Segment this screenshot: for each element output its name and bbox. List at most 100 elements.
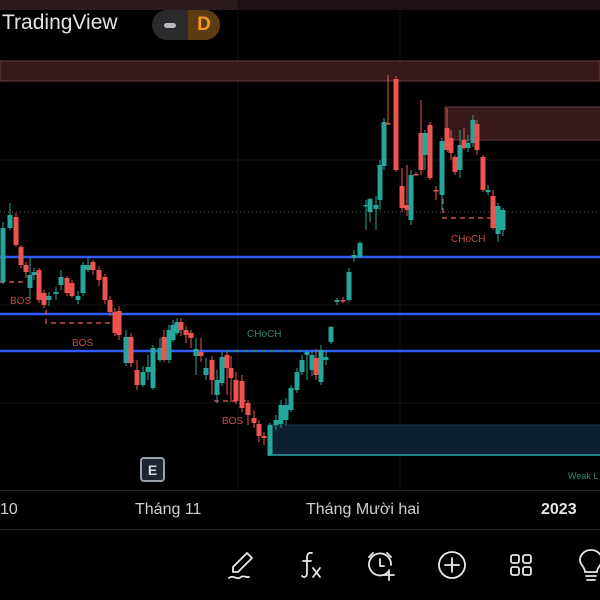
candle-down: [128, 337, 134, 363]
candle-down: [23, 265, 29, 272]
earnings-badge[interactable]: E: [140, 457, 165, 482]
candle-up: [500, 210, 506, 230]
candle-down: [134, 370, 140, 385]
candle-up: [377, 165, 383, 200]
choch-label: CHoCH: [451, 234, 485, 245]
minus-icon: [164, 22, 176, 28]
candle-up: [46, 296, 52, 300]
demand-zone[interactable]: [267, 424, 600, 456]
candle-down: [490, 196, 496, 228]
candle-down: [413, 174, 419, 176]
price-chart[interactable]: BOS BOS BOS CHoCH CHoCH Weak L: [0, 0, 600, 490]
candle-up: [27, 275, 33, 288]
candle-down: [448, 138, 454, 153]
candle-up: [214, 380, 220, 395]
candle-down: [41, 293, 47, 305]
candle-down: [96, 270, 102, 280]
candle-up: [334, 300, 340, 302]
time-axis-label: Tháng 11: [135, 501, 202, 518]
candle-up: [75, 296, 81, 300]
interval-toggle[interactable]: D: [152, 10, 220, 40]
candle-down: [433, 190, 439, 192]
candle-up: [457, 145, 463, 170]
candle-up: [294, 372, 300, 390]
candle-up: [346, 272, 352, 300]
candle-down: [183, 330, 189, 335]
pencil-icon[interactable]: [225, 548, 259, 582]
add-circle-icon[interactable]: [435, 548, 469, 582]
candle-down: [474, 124, 480, 150]
interval-button[interactable]: D: [188, 10, 220, 40]
candle-up: [367, 199, 373, 212]
candle-down: [239, 381, 245, 408]
candle-up: [0, 228, 6, 282]
candle-down: [178, 322, 184, 330]
candle-up: [219, 357, 225, 383]
lightbulb-icon[interactable]: [574, 548, 600, 582]
bos-label: BOS: [10, 296, 31, 307]
candle-down: [198, 352, 204, 356]
bos-label: BOS: [72, 338, 93, 349]
choch-label: CHoCH: [247, 329, 281, 340]
candle-down: [313, 358, 319, 375]
candle-up: [283, 405, 289, 420]
candle-down: [36, 270, 42, 300]
candle-up: [123, 337, 129, 363]
candle-down: [107, 300, 113, 312]
time-axis-label: 10: [0, 501, 18, 518]
bos-dashed-line: [45, 310, 118, 324]
candle-down: [480, 157, 486, 190]
candle-up: [357, 243, 363, 257]
candle-down: [69, 283, 75, 296]
candle-up: [373, 205, 379, 209]
candle-up: [351, 255, 357, 258]
supply-zone-top[interactable]: [0, 60, 600, 82]
candle-down: [13, 217, 19, 245]
candle-up: [193, 349, 199, 356]
candle-up: [53, 292, 59, 294]
candle-up: [328, 327, 334, 342]
weak-low-label: Weak L: [568, 471, 598, 481]
indicators-fx-icon[interactable]: [295, 548, 329, 582]
candle-up: [273, 420, 279, 425]
candle-down: [427, 125, 433, 178]
candle-down: [18, 247, 24, 265]
collapse-button[interactable]: [152, 10, 188, 40]
candle-down: [385, 123, 391, 125]
candle-up: [408, 175, 414, 220]
candle-down: [102, 277, 108, 300]
candle-up: [278, 405, 284, 424]
candle-up: [485, 190, 491, 192]
candle-down: [116, 311, 122, 335]
candle-down: [251, 418, 257, 423]
candle-down: [452, 157, 458, 172]
candle-up: [7, 215, 13, 228]
alarm-add-icon[interactable]: [364, 548, 398, 582]
candle-up: [381, 122, 387, 166]
layouts-grid-icon[interactable]: [504, 548, 538, 582]
candle-down: [245, 403, 251, 415]
candles: [0, 75, 506, 456]
candle-down: [256, 424, 262, 436]
candle-down: [393, 79, 399, 170]
candle-up: [495, 206, 501, 234]
candle-down: [399, 186, 405, 208]
candle-up: [422, 133, 428, 155]
candle-down: [233, 380, 239, 401]
candle-up: [150, 348, 156, 388]
time-axis-label: 2023: [541, 501, 577, 518]
candle-down: [90, 262, 96, 270]
candle-down: [228, 368, 234, 378]
candle-down: [161, 337, 167, 360]
candle-up: [318, 350, 324, 382]
candle-up: [267, 425, 273, 455]
candle-up: [299, 360, 305, 372]
candle-down: [64, 278, 70, 293]
candle-up: [85, 265, 91, 270]
candle-down: [209, 360, 215, 380]
candle-up: [304, 352, 310, 355]
time-axis[interactable]: 10 Tháng 11 Tháng Mười hai 2023: [0, 490, 600, 530]
candle-up: [58, 277, 64, 285]
candle-down: [261, 436, 267, 438]
candle-up: [31, 272, 37, 275]
